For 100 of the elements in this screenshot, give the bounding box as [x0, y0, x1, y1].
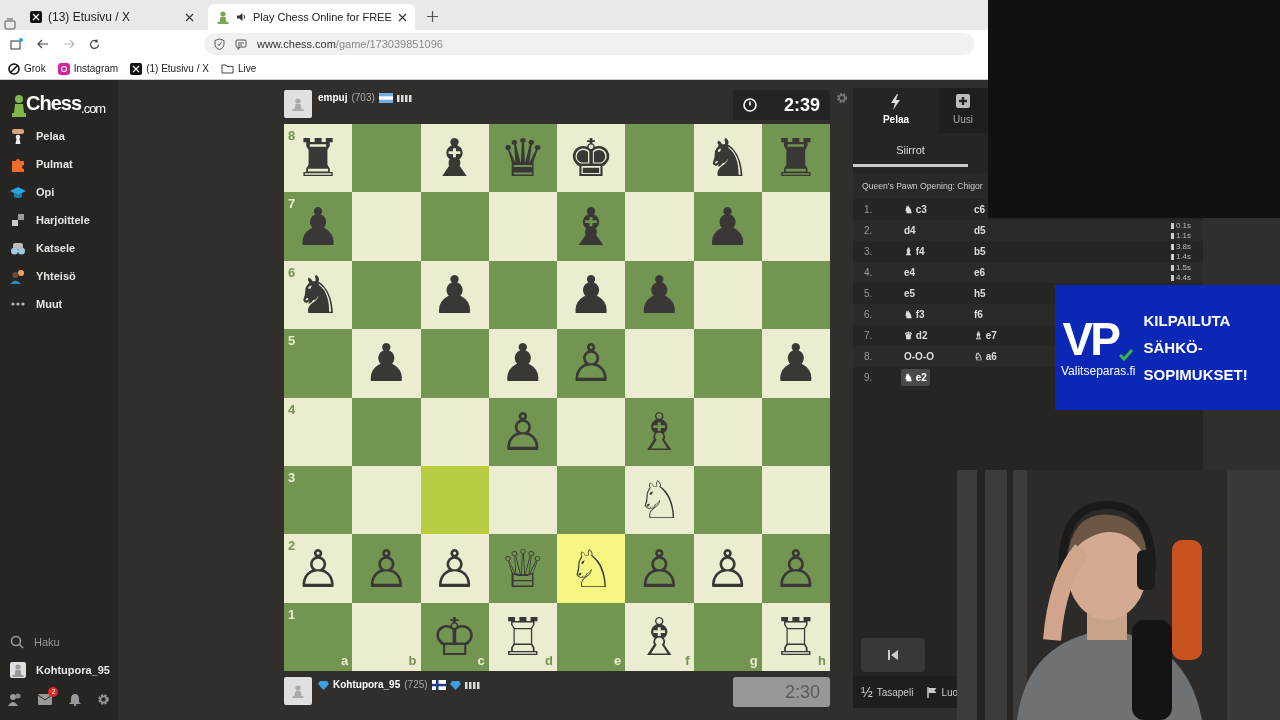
bookmark[interactable]: Live — [220, 61, 257, 76]
first-move-button[interactable] — [861, 638, 925, 672]
sidebar-icon[interactable] — [10, 38, 23, 50]
chess-piece[interactable]: ♝ — [431, 132, 478, 185]
board-square[interactable] — [557, 465, 626, 535]
close-icon[interactable] — [185, 12, 194, 22]
draw-button[interactable]: ½ Tasapeli — [861, 681, 914, 703]
board-square[interactable]: ♞ — [693, 124, 762, 193]
board-square[interactable] — [420, 397, 489, 466]
close-icon[interactable] — [397, 12, 407, 22]
board-square[interactable]: ♚ — [557, 124, 626, 193]
move[interactable]: ♞ e2 — [901, 369, 930, 386]
settings-icon[interactable] — [835, 92, 848, 104]
settings-icon[interactable] — [96, 692, 110, 706]
board-square[interactable]: ♝ — [420, 124, 489, 193]
new-tab-icon[interactable] — [426, 11, 438, 22]
move[interactable]: ♘ a6 — [971, 348, 1000, 365]
folder-icon — [220, 63, 234, 74]
search-link[interactable]: Haku — [0, 628, 118, 656]
chess-piece[interactable]: ♘ — [567, 542, 615, 595]
chess-piece[interactable]: ♙ — [294, 542, 342, 595]
moves-tab[interactable]: Siirrot — [853, 141, 968, 167]
move[interactable]: e4 — [901, 264, 919, 281]
move[interactable]: ♗ e7 — [971, 327, 1000, 344]
move[interactable]: e6 — [971, 264, 989, 281]
chess-piece[interactable]: ♘ — [636, 474, 683, 527]
move[interactable]: ♝ f4 — [901, 243, 928, 260]
move[interactable]: f6 — [971, 306, 986, 323]
board-square[interactable]: ♟ — [420, 260, 489, 330]
chess-piece[interactable]: ♟ — [772, 337, 820, 390]
nav-item[interactable]: Pelaa — [0, 122, 118, 150]
board-square[interactable]: ♟ — [352, 329, 421, 398]
board-square[interactable]: ♟ — [488, 329, 557, 398]
move[interactable]: O-O-O — [901, 348, 937, 365]
bookmark[interactable]: (1) Etusivu / X — [130, 61, 209, 76]
tab-list-icon[interactable] — [4, 18, 16, 30]
nav-item[interactable]: Opi — [0, 178, 118, 206]
chess-piece[interactable]: ♙ — [704, 542, 751, 595]
chess-piece[interactable]: ♞ — [294, 268, 342, 321]
board-square[interactable] — [693, 397, 762, 466]
move-number: 6. — [863, 308, 874, 322]
highlighted-square[interactable]: ♘ — [557, 534, 626, 603]
address-field[interactable]: www.chess.com/game/173039851096 — [204, 33, 974, 55]
board-square[interactable]: ♙ — [420, 534, 489, 603]
chess-piece[interactable]: ♟ — [567, 268, 615, 321]
board-square[interactable] — [761, 397, 830, 466]
move[interactable]: e5 — [901, 285, 919, 302]
chess-piece[interactable]: ♞ — [704, 132, 751, 185]
resign-button[interactable]: Luo — [927, 684, 959, 700]
board-square[interactable]: ♟ — [557, 260, 626, 330]
chess-piece[interactable]: ♟ — [431, 268, 478, 321]
move[interactable]: h5 — [971, 285, 989, 302]
chess-piece[interactable]: ♜ — [294, 132, 342, 185]
board-square[interactable] — [352, 260, 421, 330]
instagram-icon — [57, 62, 70, 75]
nav-item[interactable]: Katsele — [0, 234, 118, 262]
browser-tab[interactable]: (13) Etusivu / X — [22, 4, 202, 30]
board-square[interactable] — [761, 465, 830, 535]
chess-piece[interactable]: ♙ — [431, 542, 478, 595]
forward-icon[interactable] — [63, 39, 75, 49]
panel-tab[interactable]: Uusi — [939, 88, 987, 133]
board-square[interactable]: ♙ — [693, 534, 762, 603]
move[interactable]: c6 — [971, 201, 989, 218]
move[interactable]: d4 — [901, 222, 919, 239]
nav-item[interactable]: Yhteisö — [0, 262, 118, 290]
board-square[interactable] — [488, 465, 557, 535]
bookmark[interactable]: Instagram — [57, 61, 119, 76]
board-square[interactable] — [693, 465, 762, 535]
chess-piece[interactable]: ♖ — [772, 610, 820, 663]
player-name[interactable]: Kohtupora_95 — [333, 677, 401, 693]
board-square[interactable] — [557, 397, 626, 466]
chess-piece[interactable]: ♚ — [567, 132, 615, 185]
mail-icon[interactable] — [38, 693, 53, 705]
friends-icon[interactable] — [8, 692, 23, 706]
browser-tab[interactable]: Play Chess Online for FREE — [208, 4, 415, 30]
nav-item[interactable]: Muut — [0, 290, 118, 318]
move[interactable]: d5 — [971, 222, 989, 239]
board-square[interactable]: ♘ — [625, 465, 694, 535]
player-name[interactable]: empuj — [318, 90, 348, 105]
back-icon[interactable] — [37, 39, 49, 49]
move[interactable]: ♞ f3 — [901, 306, 928, 323]
bookmark[interactable]: Grok — [8, 61, 46, 76]
profile-link[interactable]: Kohtupora_95 — [0, 656, 118, 684]
chess-piece[interactable]: ♗ — [636, 610, 683, 663]
board-square[interactable] — [693, 260, 762, 330]
nav-item[interactable]: Harjoittele — [0, 206, 118, 234]
reload-icon[interactable] — [89, 38, 100, 50]
move[interactable]: ♛ d2 — [901, 327, 931, 344]
chess-piece[interactable]: ♟ — [363, 337, 410, 390]
bell-icon[interactable] — [68, 692, 81, 706]
move[interactable]: ♞ c3 — [901, 201, 930, 218]
board-square[interactable] — [761, 260, 830, 330]
nav-item[interactable]: Pulmat — [0, 150, 118, 178]
highlighted-square[interactable] — [420, 465, 489, 535]
board-square[interactable]: ♟ — [761, 329, 830, 398]
chess-piece[interactable]: ♟ — [499, 337, 547, 390]
board-square[interactable] — [488, 260, 557, 330]
move[interactable]: b5 — [971, 243, 989, 260]
ad-banner[interactable]: VP Valitseparas.fi KILPAILUTA SÄHKÖ- SOPIMUKSET! — [1055, 285, 1280, 410]
board-square[interactable] — [352, 465, 421, 535]
